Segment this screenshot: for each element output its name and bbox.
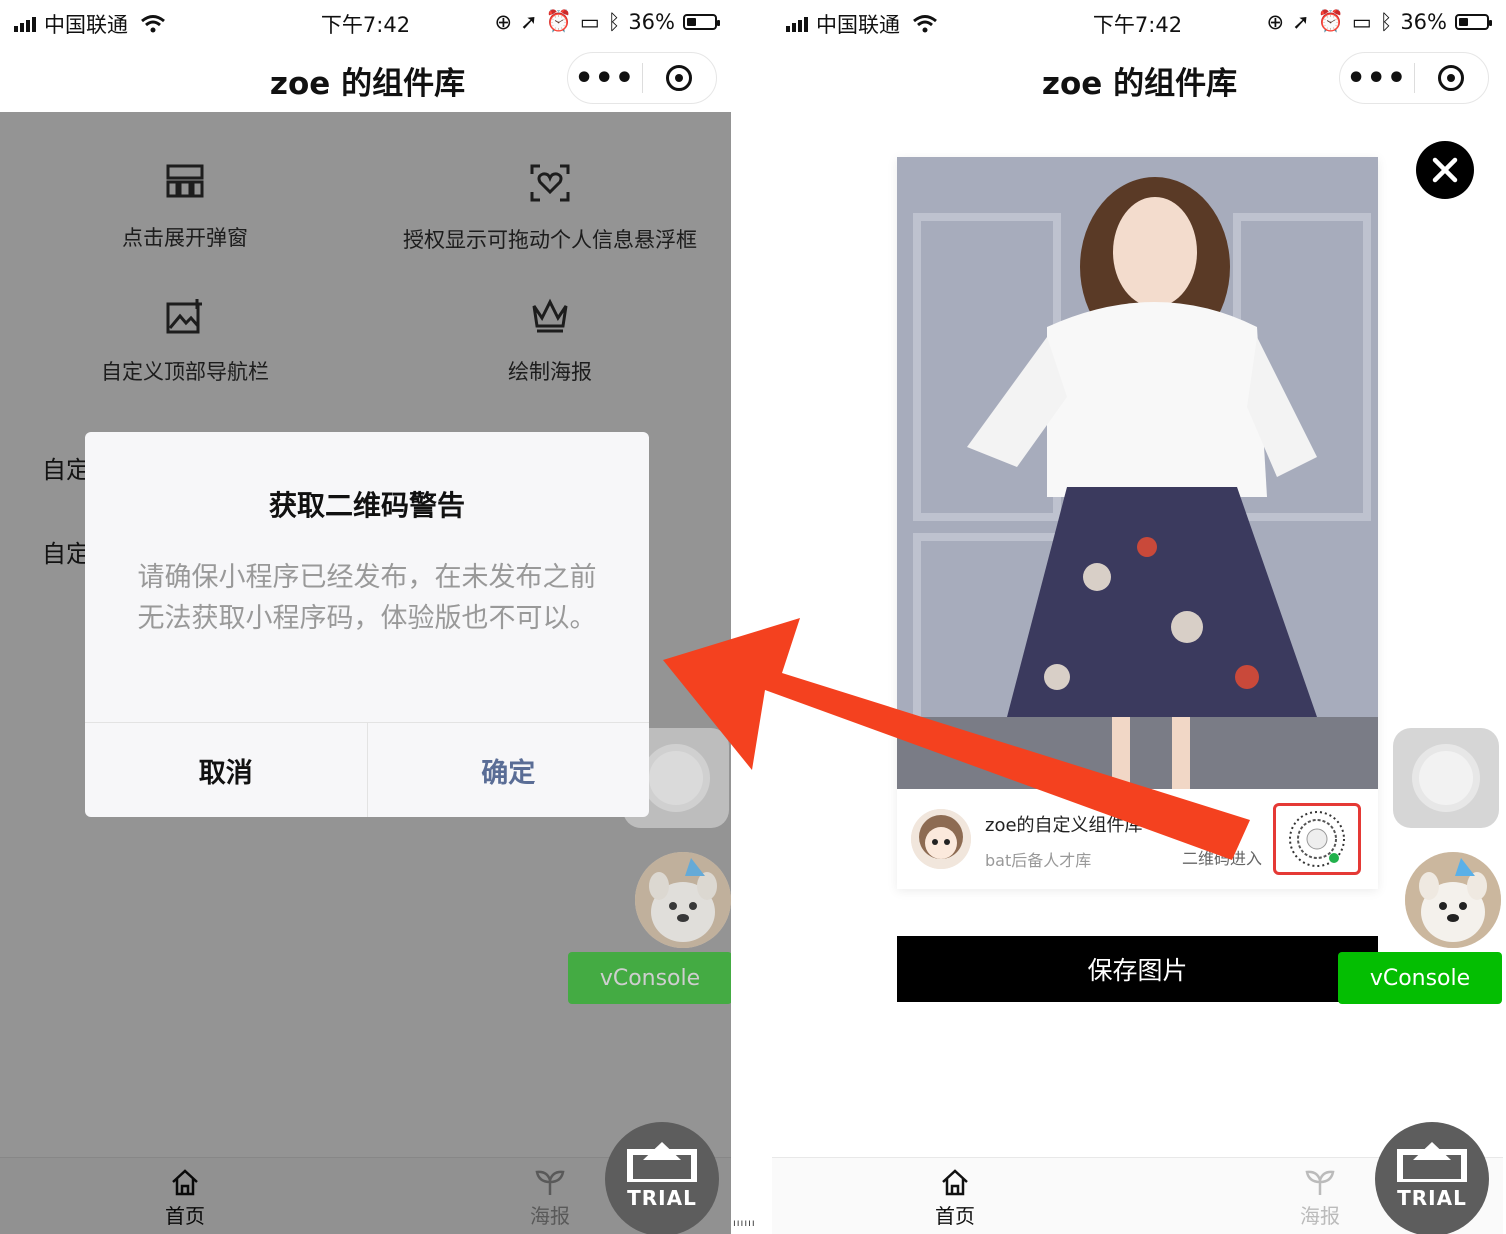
nav-bar: zoe 的组件库 ••• xyxy=(772,44,1503,112)
airplay-icon: ▭ xyxy=(579,9,600,34)
status-bar: 中国联通 下午7:42 ⊕ ➚ ⏰ ▭ ᛒ 36% xyxy=(0,0,731,44)
trial-label: TRIAL xyxy=(1397,1186,1467,1210)
cancel-button[interactable]: 取消 xyxy=(85,723,368,817)
dialog-title: 获取二维码警告 xyxy=(268,489,465,522)
vconsole-button[interactable]: vConsole xyxy=(1338,952,1502,1004)
airplay-icon: ▭ xyxy=(1351,9,1372,34)
poster-app-name: zoe的自定义组件库 xyxy=(985,815,1143,836)
dialog-buttons: 取消 确定 xyxy=(85,722,649,817)
right-phone-screen: 中国联通 下午7:42 ⊕ ➚ ⏰ ▭ ᛒ 36% zoe 的组件库 ••• z… xyxy=(772,0,1503,1234)
page-indicator-ticks: ıııııı xyxy=(733,1218,756,1229)
left-phone-screen: 中国联通 下午7:42 ⊕ ➚ ⏰ ▭ ᛒ 36% zoe 的组件库 ••• 点… xyxy=(0,0,731,1234)
author-avatar xyxy=(911,809,971,869)
target-icon xyxy=(1438,65,1465,91)
tab-home[interactable]: 首页 xyxy=(915,1168,995,1229)
alarm-icon: ⏰ xyxy=(1317,9,1344,33)
alarm-icon: ⏰ xyxy=(545,9,572,33)
close-miniprogram-button[interactable] xyxy=(1415,65,1489,91)
home-icon xyxy=(942,1169,968,1196)
close-poster-button[interactable] xyxy=(1416,141,1474,199)
poster-qr-hint: 二维码进入 xyxy=(1182,849,1263,868)
capsule-menu: ••• xyxy=(567,52,717,104)
trial-screen-icon xyxy=(1397,1142,1467,1182)
battery-percent: 36% xyxy=(1400,9,1447,34)
qr-highlight-box xyxy=(1273,803,1361,875)
status-bar: 中国联通 下午7:42 ⊕ ➚ ⏰ ▭ ᛒ 36% xyxy=(772,0,1503,44)
assistive-touch-button[interactable] xyxy=(1393,728,1499,828)
battery-icon xyxy=(683,13,720,30)
battery-percent: 36% xyxy=(628,9,675,34)
trial-badge: TRIAL xyxy=(605,1122,719,1234)
vconsole-button[interactable]: vConsole xyxy=(568,952,731,1004)
qr-warning-dialog: 获取二维码警告 请确保小程序已经发布，在未发布之前无法获取小程序码，体验版也不可… xyxy=(85,432,649,817)
poster-footer: zoe的自定义组件库 bat后备人才库 二维码进入 xyxy=(897,789,1378,889)
dialog-message: 请确保小程序已经发布，在未发布之前无法获取小程序码，体验版也不可以。 xyxy=(137,562,597,634)
battery-level xyxy=(687,17,697,26)
tab-label: 海报 xyxy=(1300,1204,1340,1228)
dog-avatar-image xyxy=(635,852,731,948)
dog-avatar-image xyxy=(1405,852,1501,948)
battery-level xyxy=(1459,17,1469,26)
status-right: ⊕ ➚ ⏰ ▭ ᛒ 36% xyxy=(1266,9,1492,34)
status-right: ⊕ ➚ ⏰ ▭ ᛒ 36% xyxy=(494,9,720,34)
save-image-button[interactable]: 保存图片 xyxy=(897,936,1378,1002)
poster-card: zoe的自定义组件库 bat后备人才库 二维码进入 xyxy=(897,157,1378,889)
bluetooth-icon: ᛒ xyxy=(607,9,621,34)
cartoon-avatar-image xyxy=(911,809,971,869)
tab-label: 首页 xyxy=(935,1204,975,1228)
battery-icon xyxy=(1455,13,1492,30)
user-avatar-float[interactable] xyxy=(1405,852,1501,948)
nav-bar: zoe 的组件库 ••• xyxy=(0,44,731,112)
rotation-lock-icon: ⊕ xyxy=(494,9,513,34)
bluetooth-icon: ᛒ xyxy=(1379,9,1393,34)
location-icon: ➚ xyxy=(1292,9,1310,34)
confirm-button[interactable]: 确定 xyxy=(368,723,650,817)
more-button[interactable]: ••• xyxy=(568,61,642,96)
tab-poster[interactable]: 海报 xyxy=(1280,1168,1360,1229)
close-miniprogram-button[interactable] xyxy=(643,65,717,91)
rotation-lock-icon: ⊕ xyxy=(1266,9,1285,34)
sprout-icon xyxy=(1305,1170,1335,1195)
miniprogram-code-icon xyxy=(1289,811,1345,867)
target-icon xyxy=(666,65,693,91)
capsule-menu: ••• xyxy=(1339,52,1489,104)
more-button[interactable]: ••• xyxy=(1340,61,1414,96)
trial-badge: TRIAL xyxy=(1375,1122,1489,1234)
close-icon xyxy=(1432,157,1458,183)
user-avatar-float[interactable] xyxy=(635,852,731,948)
trial-label: TRIAL xyxy=(627,1186,697,1210)
poster-photo xyxy=(897,157,1378,789)
poster-subtitle: bat后备人才库 xyxy=(985,851,1092,870)
trial-screen-icon xyxy=(627,1142,697,1182)
model-photo-image xyxy=(897,157,1378,789)
location-icon: ➚ xyxy=(520,9,538,34)
